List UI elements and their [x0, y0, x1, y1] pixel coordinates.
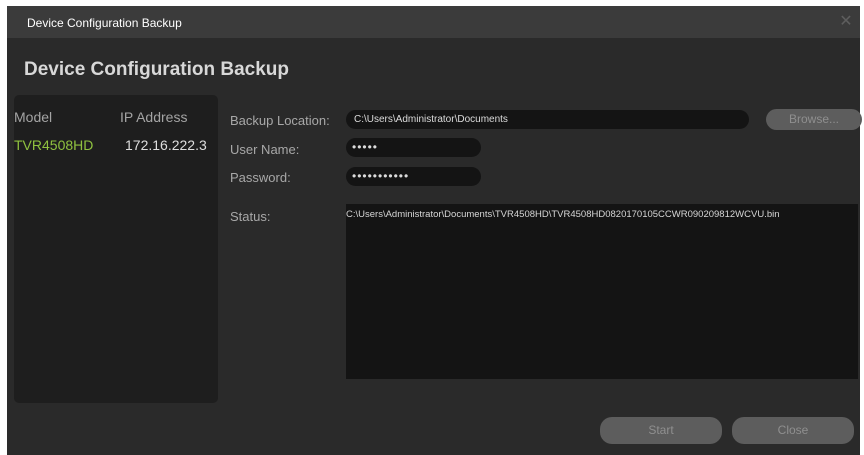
close-icon[interactable]: ✕ — [838, 14, 854, 30]
start-button[interactable]: Start — [600, 417, 722, 444]
device-ip[interactable]: 172.16.222.3 — [125, 137, 207, 153]
backup-location-label: Backup Location: — [230, 113, 330, 128]
title-bar[interactable]: Device Configuration Backup ✕ — [7, 6, 860, 38]
status-label: Status: — [230, 209, 271, 224]
status-box[interactable]: C:\Users\Administrator\Documents\TVR4508… — [346, 204, 858, 379]
browse-button[interactable]: Browse... — [766, 109, 862, 130]
device-model[interactable]: TVR4508HD — [14, 137, 93, 153]
status-text: C:\Users\Administrator\Documents\TVR4508… — [346, 209, 780, 220]
page-title: Device Configuration Backup — [24, 59, 289, 80]
username-label: User Name: — [230, 142, 300, 157]
column-header-model[interactable]: Model — [14, 109, 52, 125]
column-header-ip-address[interactable]: IP Address — [120, 109, 187, 125]
password-field[interactable]: ••••••••••• — [346, 167, 481, 186]
username-field[interactable]: ••••• — [346, 138, 481, 157]
password-label: Password: — [230, 170, 291, 185]
device-list: Model IP Address TVR4508HD 172.16.222.3 — [14, 95, 218, 403]
close-button[interactable]: Close — [732, 417, 854, 444]
dialog-window: Device Configuration Backup ✕ Device Con… — [7, 6, 862, 455]
window-title: Device Configuration Backup — [27, 16, 182, 30]
backup-location-field[interactable]: C:\Users\Administrator\Documents — [346, 110, 749, 129]
